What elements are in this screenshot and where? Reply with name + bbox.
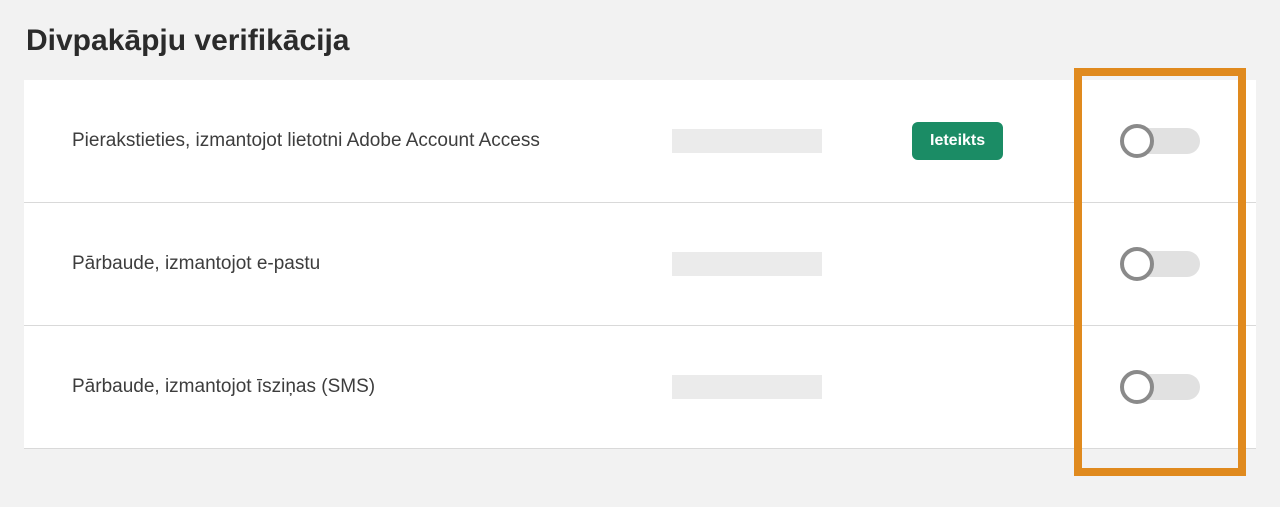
verification-row-email: Pārbaude, izmantojot e-pastu: [24, 203, 1256, 326]
row-label: Pierakstieties, izmantojot lietotni Adob…: [72, 130, 672, 152]
toggle-knob: [1120, 370, 1154, 404]
toggle-area: [1112, 370, 1208, 404]
toggle-email[interactable]: [1120, 247, 1200, 281]
verification-row-sms: Pārbaude, izmantojot īsziņas (SMS): [24, 326, 1256, 449]
toggle-knob: [1120, 247, 1154, 281]
verification-panel: Pierakstieties, izmantojot lietotni Adob…: [24, 80, 1256, 449]
toggle-area: [1112, 124, 1208, 158]
toggle-sms[interactable]: [1120, 370, 1200, 404]
settings-section: Divpakāpju verifikācija Pierakstieties, …: [0, 0, 1280, 449]
placeholder-block: [672, 129, 822, 153]
row-label: Pārbaude, izmantojot īsziņas (SMS): [72, 376, 672, 398]
placeholder-block: [672, 375, 822, 399]
row-label: Pārbaude, izmantojot e-pastu: [72, 253, 672, 275]
recommended-badge: Ieteikts: [912, 122, 1003, 160]
toggle-app-access[interactable]: [1120, 124, 1200, 158]
toggle-knob: [1120, 124, 1154, 158]
verification-row-app: Pierakstieties, izmantojot lietotni Adob…: [24, 80, 1256, 203]
section-title: Divpakāpju verifikācija: [26, 24, 1256, 58]
placeholder-block: [672, 252, 822, 276]
toggle-area: [1112, 247, 1208, 281]
